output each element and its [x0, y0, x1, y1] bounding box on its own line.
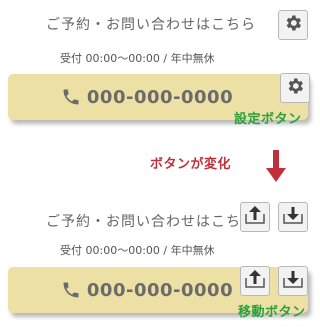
settings-button-caption: 設定ボタン: [234, 112, 302, 127]
move-up-icon: [244, 268, 266, 294]
business-hours-top: 受付 00:00〜00:00 / 年中無休: [60, 52, 215, 65]
move-up-button-header[interactable]: [240, 202, 270, 232]
move-button-caption: 移動ボタン: [238, 305, 306, 320]
gear-icon: [283, 13, 303, 37]
move-up-button[interactable]: [240, 266, 270, 296]
move-down-icon: [282, 268, 304, 294]
business-hours-bottom: 受付 00:00〜00:00 / 年中無休: [60, 244, 215, 257]
phone-number-bottom: 000-000-0000: [86, 279, 234, 301]
move-down-button[interactable]: [278, 266, 308, 296]
gear-icon: [285, 76, 305, 100]
phone-icon: [61, 87, 81, 107]
move-up-icon: [244, 204, 266, 230]
heading-top: ご予約・お問い合わせはこちら: [46, 17, 256, 33]
settings-button-header[interactable]: [278, 10, 308, 40]
move-down-button-header[interactable]: [278, 202, 308, 232]
settings-button[interactable]: [280, 73, 310, 103]
arrow-down-icon: [266, 150, 286, 188]
phone-number-top: 000-000-0000: [86, 86, 234, 108]
button-change-caption: ボタンが変化: [150, 157, 232, 172]
move-down-icon: [282, 204, 304, 230]
phone-icon: [61, 280, 81, 300]
